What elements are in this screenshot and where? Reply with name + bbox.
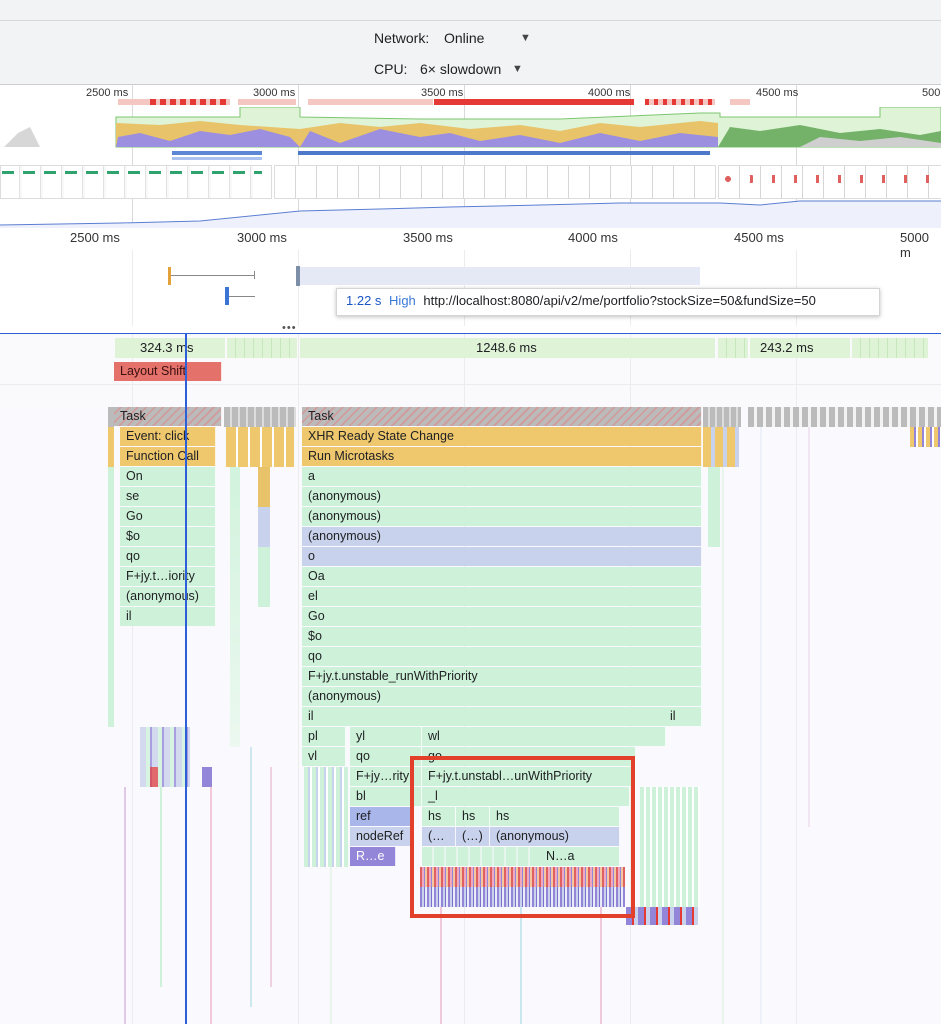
overview-tick: 3000 ms [253,87,296,99]
ruler-tick: 3500 ms [403,230,453,245]
overview-tick: 4500 ms [756,87,799,99]
network-value: Online [444,30,485,46]
timeline-overview[interactable]: 2500 ms 3000 ms 3500 ms 4000 ms 4500 ms … [0,85,941,229]
network-request-tooltip: 1.22 s High http://localhost:8080/api/v2… [336,288,880,316]
cpu-label: CPU: [374,61,408,77]
overview-tick: 2500 ms [86,87,129,99]
cpu-activity-chart [4,107,941,148]
flame-frame[interactable]: vl [302,747,346,766]
network-bar [172,151,262,155]
flame-frame[interactable]: el [302,587,702,606]
highlight-box [410,756,635,918]
flame-frame[interactable]: Oa [302,567,702,586]
flame-frame[interactable]: nodeRef [350,827,412,846]
screenshot-filmstrip [0,163,941,199]
frame-duration: 1248.6 ms [476,340,537,355]
flame-frame[interactable]: (anonymous) [120,587,216,606]
flame-frame[interactable]: Go [302,607,702,626]
flame-frame[interactable]: $o [120,527,216,546]
flame-frame[interactable]: qo [120,547,216,566]
network-throttle-select[interactable]: Online ▼ [440,28,532,50]
portfolio-request-bar[interactable] [300,267,700,285]
overview-tick: 4000 ms [588,87,631,99]
ruler-tick: 4500 ms [734,230,784,245]
flame-frame[interactable]: (anonymous) [302,687,702,706]
flame-frame[interactable]: R…e [350,847,396,866]
flame-frame[interactable]: F+jy.t.unstable_runWithPriority [302,667,702,686]
cpu-value: 6× slowdown [420,61,502,77]
network-bar [298,151,710,155]
memory-chart [0,200,941,228]
task-bar[interactable]: Task [114,407,222,426]
overview-tick: 3500 ms [421,87,464,99]
frame-duration: 243.2 ms [760,340,814,355]
flame-frame[interactable]: F+jy.t…iority [120,567,216,586]
flame-frame[interactable]: (anonymous) [302,507,702,526]
xhr-ready-state-bar[interactable]: XHR Ready State Change [302,427,702,446]
flame-frame[interactable]: (anonymous) [302,527,702,546]
ruler-tick: 4000 ms [568,230,618,245]
flame-frame[interactable]: wl [422,727,666,746]
flame-frame[interactable]: $o [302,627,702,646]
task-bar[interactable]: Task [302,407,702,426]
flame-frame[interactable]: a [302,467,702,486]
flame-frame[interactable]: ref [350,807,412,826]
run-microtasks-bar[interactable]: Run Microtasks [302,447,702,466]
ruler-tick: 3000 ms [237,230,287,245]
flame-frame[interactable]: il [664,707,702,726]
flame-frame[interactable]: il [302,707,666,726]
overview-tick: 500 [922,87,941,99]
network-request-bar[interactable] [168,267,171,285]
flame-frame[interactable]: (anonymous) [302,487,702,506]
tooltip-priority: High [389,293,416,308]
time-ruler: 2500 ms 3000 ms 3500 ms 4000 ms 4500 ms … [0,228,941,260]
network-label: Network: [374,30,430,46]
flame-frame[interactable]: On [120,467,216,486]
function-call-bar[interactable]: Function Call [120,447,216,466]
tooltip-duration: 1.22 s [346,293,382,308]
ruler-tick: 2500 ms [70,230,120,245]
main-thread-flame-chart[interactable]: 324.3 ms 1248.6 ms 243.2 ms Layout Shift… [0,334,941,1024]
flame-frame[interactable]: qo [302,647,702,666]
layout-shift-bar[interactable]: Layout Shift [114,362,222,381]
network-request-line [171,275,255,276]
long-task-strip [0,99,941,105]
tooltip-url: http://localhost:8080/api/v2/me/portfoli… [423,293,816,308]
flame-frame[interactable]: o [302,547,702,566]
event-click-bar[interactable]: Event: click [120,427,216,446]
cpu-throttle-select[interactable]: 6× slowdown ▼ [416,59,526,81]
flame-frame[interactable]: Go [120,507,216,526]
capture-settings-bar: Network: Online ▼ CPU: 6× slowdown ▼ [0,0,941,85]
flame-frame[interactable]: yl [350,727,422,746]
chevron-down-icon: ▼ [512,63,523,75]
toolbar-divider [0,20,941,21]
chevron-down-icon: ▼ [520,32,531,44]
flame-frame[interactable]: pl [302,727,346,746]
flame-frame[interactable]: il [120,607,216,626]
flame-frame[interactable]: se [120,487,216,506]
network-bar [172,157,262,160]
time-cursor [185,334,187,1024]
